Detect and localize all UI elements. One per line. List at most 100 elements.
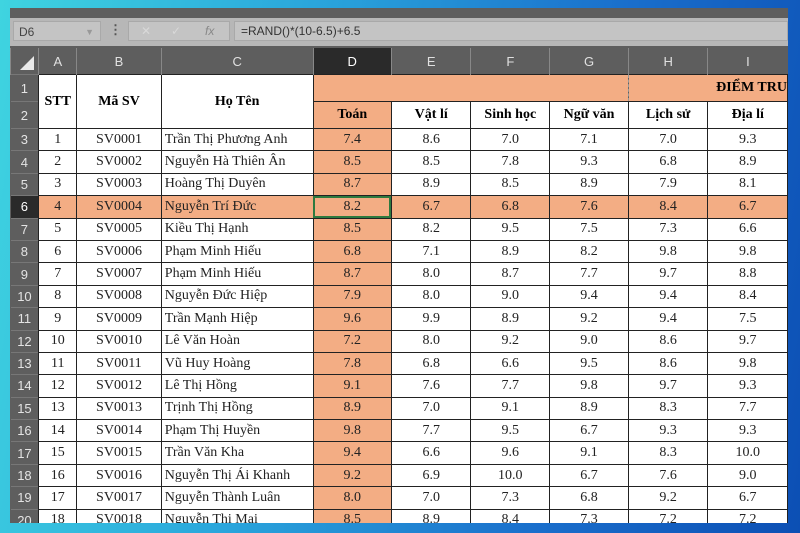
insert-function-icon[interactable]: fx — [205, 24, 214, 38]
cell-ma-sv[interactable]: SV0016 — [76, 463, 162, 488]
cell-score[interactable]: 8.9 — [390, 172, 472, 197]
cell-score[interactable]: 6.6 — [707, 217, 788, 241]
cell-score[interactable]: 8.9 — [549, 396, 629, 421]
chevron-down-icon[interactable]: ▼ — [85, 22, 94, 42]
cell-stt[interactable]: 11 — [38, 351, 78, 376]
row-header[interactable]: 16 — [10, 419, 39, 442]
formula-input[interactable]: =RAND()*(10-6.5)+6.5 — [234, 21, 788, 41]
row-header[interactable]: 20 — [10, 508, 39, 523]
cell-score[interactable]: 8.4 — [470, 508, 551, 523]
cell-stt[interactable]: 10 — [38, 329, 78, 353]
cell-score[interactable]: 8.9 — [312, 396, 392, 421]
cell-score[interactable]: 7.6 — [549, 195, 629, 219]
cell-score[interactable]: 7.8 — [312, 351, 392, 376]
cell-ho-ten[interactable]: Kiều Thị Hạnh — [160, 217, 314, 241]
cell-score[interactable]: 9.3 — [707, 127, 788, 152]
cell-score[interactable]: 6.9 — [390, 463, 472, 488]
row-header[interactable]: 13 — [10, 351, 39, 375]
cell-score[interactable]: 7.1 — [549, 127, 629, 152]
cell-score[interactable]: 6.7 — [707, 195, 788, 219]
cell-score[interactable]: 8.0 — [312, 486, 392, 510]
cell-score[interactable]: 9.7 — [627, 262, 709, 286]
cell-score[interactable]: 9.5 — [549, 351, 629, 376]
cell-ho-ten[interactable]: Nguyễn Trí Đức — [160, 195, 314, 219]
cell-ma-sv[interactable]: SV0003 — [76, 172, 162, 197]
cell-score[interactable]: 6.7 — [707, 486, 788, 510]
cell-ma-sv[interactable]: SV0007 — [76, 262, 162, 286]
cell-score[interactable]: 8.7 — [312, 172, 392, 197]
cell-score[interactable]: 8.5 — [312, 150, 392, 174]
row-header[interactable]: 19 — [10, 486, 39, 510]
cell-score[interactable]: 7.7 — [470, 374, 551, 398]
cell-ma-sv[interactable]: SV0004 — [76, 195, 162, 219]
cell-score[interactable]: 7.0 — [627, 127, 709, 152]
column-header-a[interactable]: A — [38, 48, 77, 75]
cell-score[interactable]: 8.0 — [390, 284, 472, 309]
cell-score[interactable]: 9.1 — [549, 441, 629, 465]
cell-ho-ten[interactable]: Trần Văn Kha — [160, 441, 314, 465]
column-header-e[interactable]: E — [390, 48, 471, 75]
cell-score[interactable]: 8.6 — [627, 329, 709, 353]
cell-score[interactable]: 9.2 — [549, 307, 629, 331]
cell-score[interactable]: 8.3 — [627, 396, 709, 421]
cell-score[interactable]: 9.6 — [312, 307, 392, 331]
row-header[interactable]: 1 — [10, 74, 39, 102]
cell-ma-sv[interactable]: SV0012 — [76, 374, 162, 398]
cell-score[interactable]: 8.4 — [627, 195, 709, 219]
cell-score[interactable]: 9.3 — [549, 150, 629, 174]
cell-score[interactable]: 6.8 — [627, 150, 709, 174]
cell-score[interactable]: 7.7 — [549, 262, 629, 286]
cell-score[interactable]: 8.9 — [707, 150, 788, 174]
cell-score[interactable]: 9.3 — [707, 419, 788, 443]
row-header[interactable]: 4 — [10, 150, 39, 174]
cell-score[interactable]: 8.9 — [390, 508, 472, 523]
cell-score[interactable]: 9.9 — [390, 307, 472, 331]
cell-score[interactable]: 8.8 — [707, 262, 788, 286]
cell-stt[interactable]: 14 — [38, 419, 78, 443]
cell-score[interactable]: 7.3 — [470, 486, 551, 510]
cell-score[interactable]: 7.0 — [390, 486, 472, 510]
cell-score[interactable]: 8.9 — [470, 307, 551, 331]
cell-ho-ten[interactable]: Nguyễn Thị Mai — [160, 508, 314, 523]
row-header[interactable]: 6 — [10, 195, 39, 219]
cell-score[interactable]: 7.6 — [390, 374, 472, 398]
cell-ma-sv[interactable]: SV0013 — [76, 396, 162, 421]
cell-stt[interactable]: 9 — [38, 307, 78, 331]
cell-score[interactable]: 6.7 — [390, 195, 472, 219]
cell-ma-sv[interactable]: SV0006 — [76, 239, 162, 264]
cell-score[interactable]: 9.5 — [470, 419, 551, 443]
cell-stt[interactable]: 1 — [38, 127, 78, 152]
cell-score[interactable]: 6.6 — [470, 351, 551, 376]
row-header[interactable]: 3 — [10, 127, 39, 151]
cell-ma-sv[interactable]: SV0011 — [76, 351, 162, 376]
cell-score[interactable]: 9.4 — [627, 284, 709, 309]
cell-ho-ten[interactable]: Phạm Minh Hiếu — [160, 262, 314, 286]
cell-score[interactable]: 9.7 — [627, 374, 709, 398]
row-header[interactable]: 12 — [10, 329, 39, 353]
column-header-h[interactable]: H — [627, 48, 708, 75]
cell-score[interactable]: 8.5 — [470, 172, 551, 197]
cell-ho-ten[interactable]: Nguyễn Hà Thiên Ân — [160, 150, 314, 174]
cell-ho-ten[interactable]: Trịnh Thị Hồng — [160, 396, 314, 421]
column-header-c[interactable]: C — [160, 48, 314, 75]
cell-score[interactable]: 8.7 — [470, 262, 551, 286]
cell-score[interactable]: 8.9 — [470, 239, 551, 264]
cell-score[interactable]: 9.0 — [470, 284, 551, 309]
cell-score[interactable]: 9.3 — [627, 419, 709, 443]
cell-ma-sv[interactable]: SV0018 — [76, 508, 162, 523]
name-box[interactable]: D6 ▼ — [13, 21, 101, 41]
row-header[interactable]: 8 — [10, 239, 39, 263]
column-header-g[interactable]: G — [549, 48, 629, 75]
cell-score[interactable]: 9.1 — [470, 396, 551, 421]
cell-stt[interactable]: 3 — [38, 172, 78, 197]
cell-score[interactable]: 9.8 — [627, 239, 709, 264]
cell-ho-ten[interactable]: Trần Thị Phương Anh — [160, 127, 314, 152]
cell-score[interactable]: 9.4 — [627, 307, 709, 331]
cell-score[interactable]: 7.5 — [549, 217, 629, 241]
row-header[interactable]: 7 — [10, 217, 39, 241]
cell-score[interactable]: 10.0 — [707, 441, 788, 465]
cell-score[interactable]: 8.6 — [627, 351, 709, 376]
row-header[interactable]: 17 — [10, 441, 39, 465]
cell-score[interactable]: 9.8 — [549, 374, 629, 398]
cell-score[interactable]: 9.1 — [312, 374, 392, 398]
